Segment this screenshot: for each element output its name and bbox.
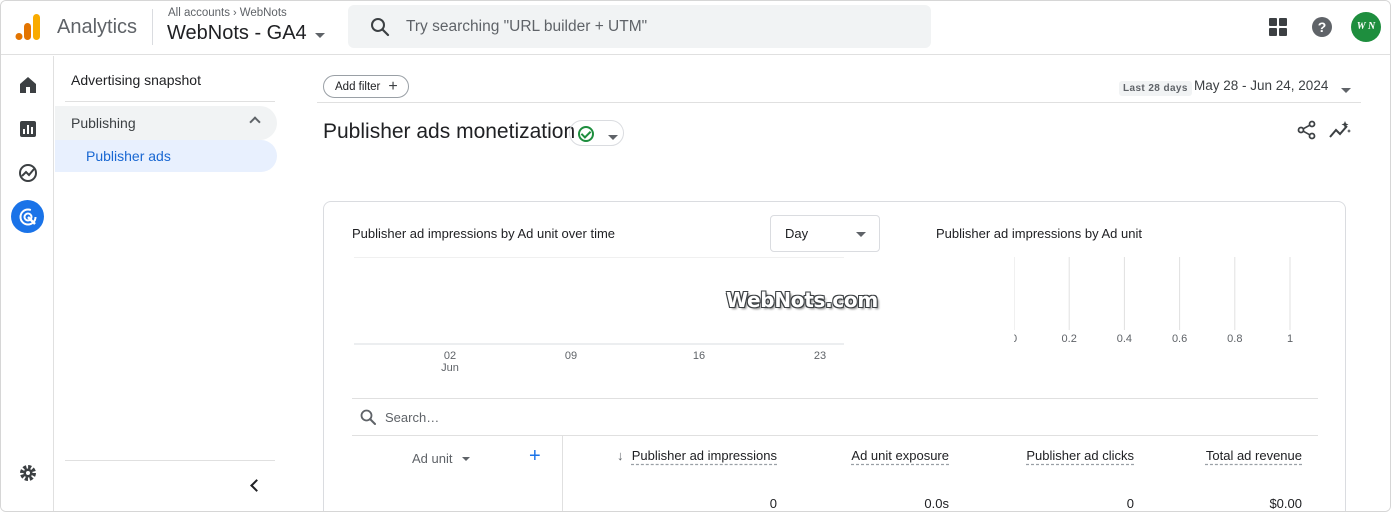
- sort-descending-icon[interactable]: ↓: [617, 448, 624, 463]
- divider: [562, 435, 563, 511]
- home-icon[interactable]: [11, 68, 44, 101]
- metric-header-clicks[interactable]: Publisher ad clicks: [1026, 448, 1134, 463]
- avatar[interactable]: W N: [1351, 12, 1381, 42]
- page-title: Publisher ads monetization: [323, 120, 576, 143]
- table-search-input[interactable]: Search…: [385, 410, 439, 425]
- metric-total-clicks: 0: [1126, 496, 1134, 511]
- side-nav: Advertising snapshot Publishing Publishe…: [55, 56, 287, 511]
- add-dimension-button[interactable]: +: [529, 446, 541, 466]
- x-tick-label: 0.2: [1062, 333, 1077, 345]
- top-bar: Analytics All accounts › WebNots WebNots…: [1, 1, 1390, 55]
- metric-header-revenue[interactable]: Total ad revenue: [1206, 448, 1302, 463]
- caret-down-icon: [462, 456, 471, 461]
- granularity-select[interactable]: Day: [770, 215, 880, 252]
- help-icon[interactable]: ?: [1312, 17, 1332, 37]
- insights-icon[interactable]: [1329, 120, 1351, 140]
- nav-group-label: Publishing: [71, 115, 136, 131]
- app-window: Analytics All accounts › WebNots WebNots…: [0, 0, 1391, 512]
- collapse-nav-icon[interactable]: [248, 479, 260, 491]
- apps-grid-icon[interactable]: [1269, 18, 1287, 36]
- x-tick-label: 0.6: [1172, 333, 1187, 345]
- add-filter-label: Add filter: [335, 80, 381, 93]
- add-filter-button[interactable]: Add filter +: [323, 75, 409, 98]
- divider: [352, 398, 1318, 399]
- main-content: Add filter + Last 28 days May 28 - Jun 2…: [287, 56, 1390, 511]
- dimension-selector[interactable]: Ad unit: [412, 451, 471, 466]
- breadcrumb-root[interactable]: All accounts: [168, 7, 230, 19]
- reports-icon[interactable]: [11, 112, 44, 145]
- divider: [352, 435, 1318, 436]
- left-rail: [1, 56, 54, 511]
- share-icon[interactable]: [1297, 120, 1317, 140]
- metric-total-impressions: 0: [769, 496, 777, 511]
- divider: [317, 102, 1361, 103]
- settings-icon[interactable]: [11, 456, 44, 489]
- line-chart[interactable]: 02Jun 09 16 23: [354, 257, 854, 382]
- bar-chart[interactable]: 0 0.2 0.4 0.6 0.8 1: [1014, 252, 1314, 347]
- breadcrumb[interactable]: All accounts › WebNots: [168, 7, 287, 19]
- caret-down-icon[interactable]: [1341, 88, 1351, 93]
- metric-total-exposure: 0.0s: [924, 496, 949, 511]
- x-tick-label: 1: [1287, 333, 1293, 345]
- explore-icon[interactable]: [11, 156, 44, 189]
- chevron-right-icon: ›: [233, 7, 237, 19]
- report-card: Publisher ad impressions by Ad unit over…: [323, 201, 1346, 511]
- nav-group-publishing[interactable]: Publishing: [55, 106, 277, 140]
- search-icon: [360, 409, 376, 425]
- date-range-prefix: Last 28 days: [1119, 81, 1192, 96]
- x-tick-sublabel: Jun: [441, 362, 459, 374]
- date-range-picker[interactable]: May 28 - Jun 24, 2024: [1194, 78, 1328, 93]
- chevron-up-icon: [249, 116, 261, 128]
- metric-header-impressions[interactable]: Publisher ad impressions: [632, 448, 777, 463]
- property-name: WebNots - GA4: [167, 22, 307, 44]
- nav-title[interactable]: Advertising snapshot: [71, 72, 201, 88]
- metric-header-exposure[interactable]: Ad unit exposure: [851, 448, 949, 463]
- x-tick-label: 0.8: [1227, 333, 1242, 345]
- divider: [65, 460, 275, 461]
- search-bar[interactable]: Try searching "URL builder + UTM": [348, 5, 931, 48]
- search-placeholder: Try searching "URL builder + UTM": [406, 18, 648, 35]
- x-tick-label: 09: [565, 350, 577, 362]
- watermark-text: WebNots.com: [726, 288, 878, 312]
- caret-down-icon: [608, 135, 618, 140]
- nav-item-label: Publisher ads: [86, 148, 171, 164]
- divider: [152, 9, 153, 45]
- caret-down-icon: [314, 32, 325, 38]
- nav-item-publisher-ads[interactable]: Publisher ads: [55, 140, 277, 172]
- analytics-logo-icon[interactable]: [15, 13, 41, 40]
- line-chart-title: Publisher ad impressions by Ad unit over…: [352, 226, 616, 241]
- x-tick-label: 0: [1014, 333, 1017, 345]
- advertising-icon[interactable]: [11, 200, 44, 233]
- app-name: Analytics: [57, 16, 138, 38]
- status-chip[interactable]: [569, 120, 624, 146]
- x-tick-label: 16: [693, 350, 705, 362]
- search-icon: [371, 18, 390, 37]
- metric-total-revenue: $0.00: [1269, 496, 1302, 511]
- caret-down-icon: [856, 232, 866, 237]
- granularity-value: Day: [785, 226, 809, 241]
- breadcrumb-account[interactable]: WebNots: [240, 7, 287, 19]
- plus-icon: +: [388, 77, 398, 95]
- divider: [65, 101, 275, 102]
- x-tick-label: 0.4: [1117, 333, 1132, 345]
- x-tick-label: 23: [814, 350, 826, 362]
- bar-chart-title: Publisher ad impressions by Ad unit: [936, 226, 1142, 241]
- property-selector[interactable]: WebNots - GA4: [167, 22, 325, 45]
- dimension-label: Ad unit: [412, 451, 453, 466]
- check-circle-icon: [578, 126, 594, 142]
- x-tick-label: 02: [444, 350, 456, 362]
